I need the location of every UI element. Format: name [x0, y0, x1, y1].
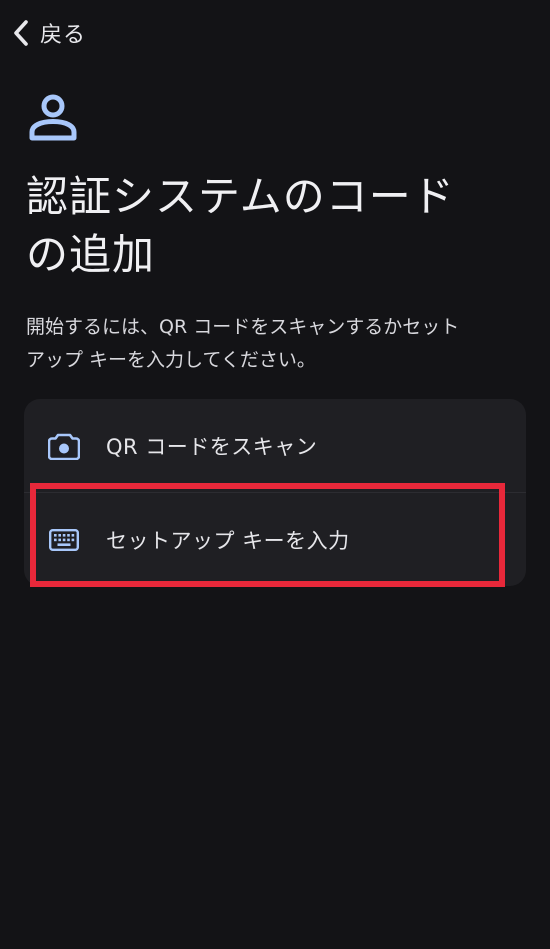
camera-icon	[48, 430, 80, 462]
options-card: QR コードをスキャン セットアップ キーを入力	[24, 399, 526, 586]
instruction-line-2: アップ キーを入力してください。	[26, 349, 316, 371]
enter-setup-key-option[interactable]: セットアップ キーを入力	[24, 493, 526, 586]
instruction-line-1: 開始するには、QR コードをスキャンするかセット	[26, 316, 460, 338]
instruction-text: 開始するには、QR コードをスキャンするかセット アップ キーを入力してください…	[26, 311, 531, 377]
enter-setup-key-label: セットアップ キーを入力	[106, 528, 350, 553]
person-icon	[28, 94, 78, 142]
keyboard-icon	[48, 524, 80, 556]
chevron-left-icon	[10, 18, 32, 48]
back-button[interactable]: 戻る	[10, 14, 86, 52]
scan-qr-code-label: QR コードをスキャン	[106, 434, 318, 459]
page-title: 認証システムのコード の追加	[26, 168, 526, 284]
back-label: 戻る	[40, 23, 87, 48]
scan-qr-code-option[interactable]: QR コードをスキャン	[24, 399, 526, 492]
page-title-line-2: の追加	[26, 230, 156, 279]
page-title-line-1: 認証システムのコード	[26, 172, 455, 221]
